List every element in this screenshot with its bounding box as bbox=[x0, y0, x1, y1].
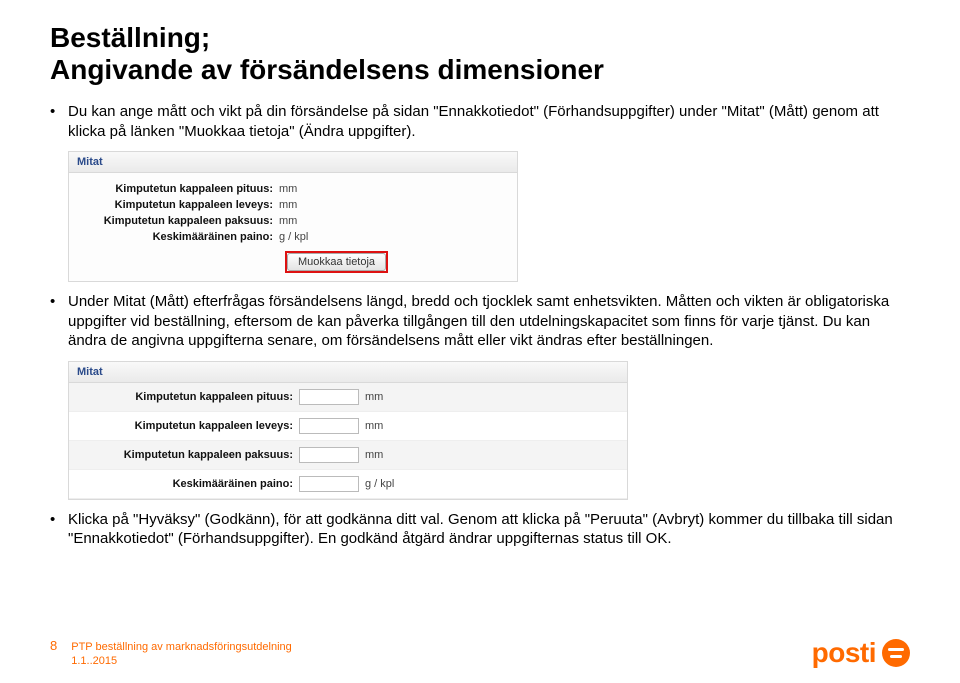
bullet-list: Klicka på "Hyväksy" (Godkänn), för att g… bbox=[50, 510, 910, 549]
dim-unit: mm bbox=[365, 420, 383, 432]
dim-label: Keskimääräinen paino: bbox=[79, 231, 279, 243]
dim-unit: mm bbox=[365, 391, 383, 403]
edit-button-highlight: Muokkaa tietoja bbox=[285, 251, 388, 273]
logo-icon bbox=[882, 639, 910, 667]
dim-row: Kimputetun kappaleen pituus: mm bbox=[79, 181, 507, 197]
bullet-list: Under Mitat (Mått) efterfrågas försändel… bbox=[50, 292, 910, 351]
dim-label: Keskimääräinen paino: bbox=[69, 478, 299, 490]
footer-line2: 1.1..2015 bbox=[71, 655, 292, 668]
panel-heading: Mitat bbox=[69, 152, 517, 173]
width-input[interactable] bbox=[299, 418, 359, 434]
slide-footer: 8 PTP beställning av marknadsföringsutde… bbox=[50, 637, 910, 669]
dim-unit: g / kpl bbox=[365, 478, 394, 490]
dim-label: Kimputetun kappaleen leveys: bbox=[79, 199, 279, 211]
dim-label: Kimputetun kappaleen paksuus: bbox=[69, 449, 299, 461]
dimensions-panel-editable: Mitat Kimputetun kappaleen pituus: mm Ki… bbox=[68, 361, 628, 500]
dim-label: Kimputetun kappaleen pituus: bbox=[79, 183, 279, 195]
dim-unit: g / kpl bbox=[279, 231, 308, 243]
dim-unit: mm bbox=[279, 199, 297, 211]
dim-row: Kimputetun kappaleen leveys: mm bbox=[69, 412, 627, 441]
footer-line1: PTP beställning av marknadsföringsutdeln… bbox=[71, 641, 292, 654]
bullet-3: Klicka på "Hyväksy" (Godkänn), för att g… bbox=[50, 510, 910, 549]
weight-input[interactable] bbox=[299, 476, 359, 492]
bullet-2: Under Mitat (Mått) efterfrågas försändel… bbox=[50, 292, 910, 351]
dim-unit: mm bbox=[365, 449, 383, 461]
logo-text: posti bbox=[812, 637, 876, 669]
dim-unit: mm bbox=[279, 215, 297, 227]
panel-heading: Mitat bbox=[69, 362, 627, 383]
page-number: 8 bbox=[50, 638, 57, 653]
dim-label: Kimputetun kappaleen pituus: bbox=[69, 391, 299, 403]
dim-label: Kimputetun kappaleen paksuus: bbox=[79, 215, 279, 227]
bullet-1: Du kan ange mått och vikt på din försänd… bbox=[50, 102, 910, 141]
length-input[interactable] bbox=[299, 389, 359, 405]
edit-button[interactable]: Muokkaa tietoja bbox=[287, 253, 386, 271]
posti-logo: posti bbox=[812, 637, 910, 669]
dim-row: Keskimääräinen paino: g / kpl bbox=[79, 229, 507, 245]
page-title: Beställning; Angivande av försändelsens … bbox=[50, 22, 910, 86]
dim-row: Kimputetun kappaleen paksuus: mm bbox=[69, 441, 627, 470]
bullet-list: Du kan ange mått och vikt på din försänd… bbox=[50, 102, 910, 141]
dim-row: Kimputetun kappaleen paksuus: mm bbox=[79, 213, 507, 229]
dim-row: Kimputetun kappaleen pituus: mm bbox=[69, 383, 627, 412]
thickness-input[interactable] bbox=[299, 447, 359, 463]
dim-label: Kimputetun kappaleen leveys: bbox=[69, 420, 299, 432]
dimensions-panel-readonly: Mitat Kimputetun kappaleen pituus: mm Ki… bbox=[68, 151, 518, 282]
dim-row: Keskimääräinen paino: g / kpl bbox=[69, 470, 627, 499]
dim-unit: mm bbox=[279, 183, 297, 195]
dim-row: Kimputetun kappaleen leveys: mm bbox=[79, 197, 507, 213]
